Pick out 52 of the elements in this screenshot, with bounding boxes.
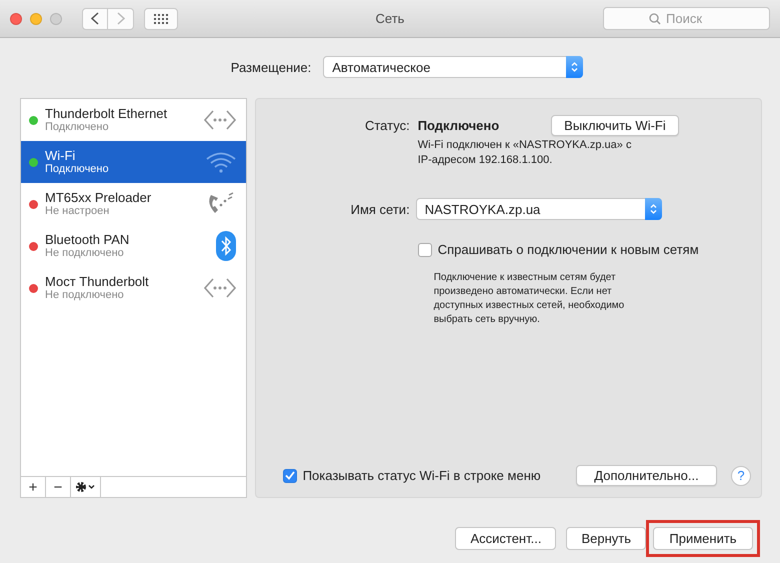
service-name: Мост Thunderbolt — [45, 274, 150, 289]
checkbox-label: Спрашивать о подключении к новым сетям — [438, 242, 699, 257]
status-label: Статус: — [364, 118, 410, 133]
ethernet-icon — [204, 109, 236, 131]
checkbox[interactable] — [282, 468, 297, 482]
minimize-button[interactable] — [30, 12, 42, 24]
service-item[interactable]: Wi-Fi Подключено — [21, 141, 246, 183]
zoom-button[interactable] — [50, 12, 62, 24]
back-icon — [91, 12, 99, 25]
ethernet-icon — [204, 277, 236, 299]
advanced-button[interactable]: Дополнительно... — [576, 465, 717, 486]
ask-note: Подключение к известным сетям будет произведено автоматически. Если нет доступных известных сетей, необходимо выбрать сеть вручную. — [434, 271, 626, 327]
forward-icon — [116, 12, 124, 25]
wifi-icon — [206, 151, 236, 173]
service-name: Thunderbolt Ethernet — [45, 106, 168, 121]
stepper-icon — [650, 203, 657, 215]
service-status: Подключено — [45, 121, 110, 134]
wifi-off-button[interactable]: Выключить Wi-Fi — [551, 115, 679, 136]
back-button[interactable] — [82, 8, 108, 30]
service-name: Bluetooth PAN — [45, 232, 130, 247]
service-status: Не настроен — [45, 205, 110, 218]
footer-button[interactable]: Применить — [653, 527, 753, 550]
checkbox[interactable] — [418, 242, 432, 256]
status-value: Подключено — [418, 118, 500, 133]
show-all-button[interactable] — [144, 8, 178, 30]
footer-button[interactable]: Ассистент... — [455, 527, 556, 550]
service-name: MT65xx Preloader — [45, 190, 152, 205]
checkmark-icon — [284, 471, 295, 480]
ask-checkbox[interactable]: Спрашивать о подключении к новым сетям — [418, 242, 761, 257]
window-title: Сеть — [376, 11, 404, 26]
service-item[interactable]: Thunderbolt Ethernet Подключено — [21, 99, 246, 141]
gear-icon — [74, 481, 96, 493]
search-field[interactable]: Поиск — [603, 7, 770, 30]
location-select[interactable]: Автоматическое — [323, 56, 584, 78]
status-note: Wi-Fi подключен к «NASTROYKA.zp.ua» с IP-адресом 192.168.1.100. — [418, 138, 632, 168]
help-button[interactable]: ? — [731, 466, 751, 486]
bluetooth-icon — [216, 231, 236, 261]
close-button[interactable] — [10, 12, 22, 24]
service-status: Подключено — [45, 163, 110, 176]
service-status: Не подключено — [45, 247, 125, 260]
service-item[interactable]: MT65xx Preloader Не настроен — [21, 183, 246, 225]
stepper-icon — [571, 61, 578, 73]
service-name: Wi-Fi — [45, 148, 76, 163]
service-item[interactable]: Bluetooth PAN Не подключено — [21, 225, 246, 267]
grid-icon — [154, 14, 168, 24]
network-select[interactable]: NASTROYKA.zp.ua — [416, 198, 662, 220]
network-label: Имя сети: — [350, 202, 410, 216]
footer-button[interactable]: Вернуть — [566, 527, 646, 550]
service-item[interactable]: Мост Thunderbolt Не подключено — [21, 267, 246, 309]
service-status: Не подключено — [45, 289, 125, 302]
search-icon — [649, 13, 661, 25]
location-label: Размещение: — [230, 60, 312, 74]
